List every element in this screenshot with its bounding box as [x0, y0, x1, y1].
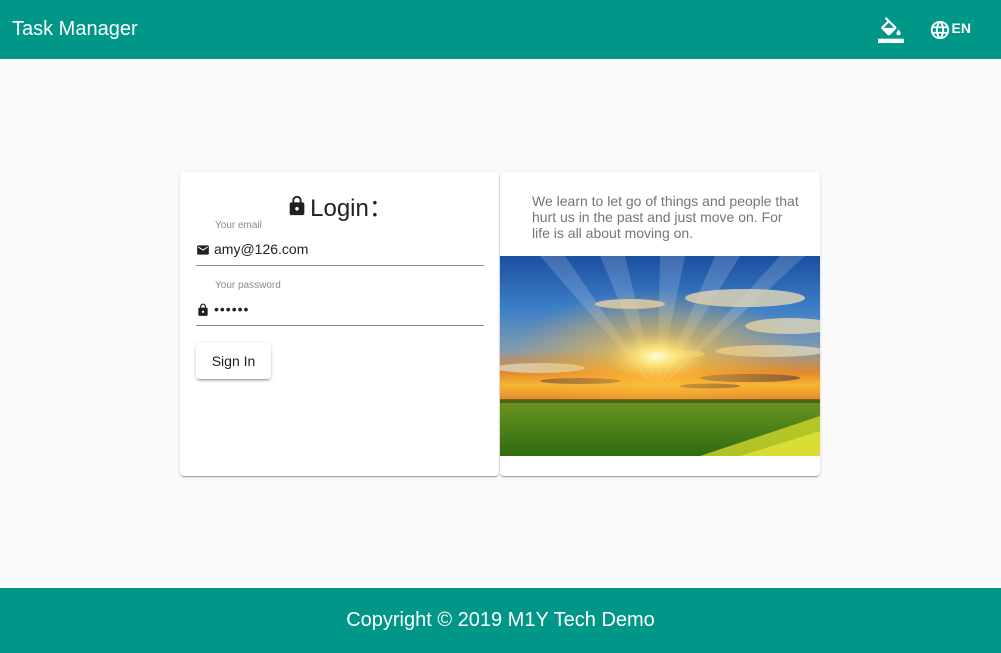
app-title: Task Manager — [12, 18, 138, 40]
email-label: Your email — [215, 220, 262, 231]
quote-text: We learn to let go of things and people … — [532, 193, 799, 241]
login-title: Login： — [310, 195, 393, 222]
theme-picker-button[interactable] — [871, 10, 911, 50]
format-color-fill-icon — [877, 16, 904, 43]
login-heading: Login： — [180, 188, 499, 223]
password-field[interactable]: Your password — [196, 280, 484, 326]
email-field[interactable]: Your email — [196, 220, 484, 266]
lock-icon — [198, 303, 208, 316]
email-icon — [197, 245, 209, 255]
password-input[interactable] — [214, 298, 482, 320]
sunset-meadow-image — [500, 256, 820, 456]
app-toolbar: Task Manager EN — [0, 0, 1001, 59]
password-label: Your password — [215, 280, 281, 291]
email-input[interactable] — [214, 238, 482, 260]
language-label: EN — [951, 20, 971, 36]
copyright-text: Copyright © 2019 M1Y Tech Demo — [346, 609, 655, 631]
globe-icon — [930, 20, 949, 39]
sign-in-button[interactable]: Sign In — [196, 343, 271, 379]
quote-card: We learn to let go of things and people … — [500, 172, 820, 476]
lock-icon — [289, 195, 305, 215]
app-footer: Copyright © 2019 M1Y Tech Demo — [0, 588, 1001, 653]
language-button[interactable]: EN — [925, 10, 989, 50]
